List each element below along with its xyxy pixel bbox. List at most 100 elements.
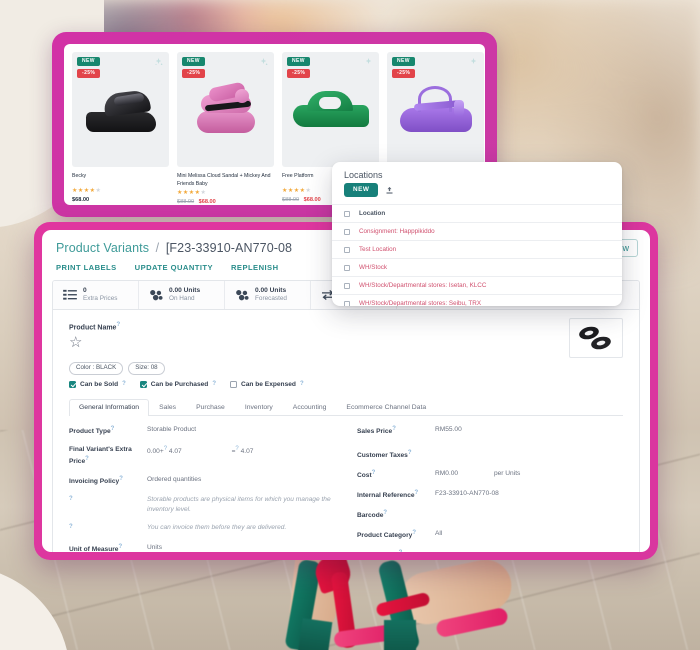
location-name[interactable]: WH/Stock [359, 264, 387, 271]
location-row[interactable]: WH/Stock/Departmental stores: Isetan, KL… [332, 276, 622, 294]
help-tooltip-icon[interactable]: ? [118, 544, 122, 550]
help-tooltip-icon[interactable]: ? [235, 446, 238, 452]
wishlist-sparkle-icon[interactable] [153, 57, 164, 68]
can-be-expensed-checkbox[interactable]: Can be Expensed? [229, 380, 304, 388]
favorite-star-icon[interactable]: ☆ [69, 335, 623, 350]
product-image-preview[interactable] [569, 318, 623, 359]
field-value[interactable]: RM55.00 [435, 425, 462, 435]
help-tooltip-icon[interactable]: ? [85, 456, 89, 462]
badge-discount: -25% [77, 69, 101, 78]
update-quantity-button[interactable]: UPDATE QUANTITY [135, 263, 213, 272]
tab-purchase[interactable]: Purchase [186, 399, 235, 416]
tab-inventory[interactable]: Inventory [235, 399, 283, 416]
location-row[interactable]: WH/Stock [332, 258, 622, 276]
wishlist-sparkle-icon[interactable] [363, 57, 374, 68]
field-value[interactable]: All [435, 529, 442, 539]
breadcrumb-root[interactable]: Product Variants [56, 241, 149, 255]
upload-icon[interactable] [385, 186, 394, 195]
help-tooltip-icon[interactable]: ? [383, 510, 387, 516]
field-label: Product Tags? [357, 549, 435, 552]
can-be-purchased-checkbox[interactable]: Can be Purchased? [139, 380, 216, 388]
product-card[interactable]: NEW -25% Mini Melissa Cloud Sandal + Mic… [177, 52, 274, 205]
field-label-text: Final Variant's Extra Price [69, 445, 132, 465]
help-tooltip-icon[interactable]: ? [300, 381, 304, 387]
product-badges: NEW -25% [182, 57, 206, 78]
help-tooltip-icon[interactable]: ? [119, 476, 123, 482]
product-name[interactable]: Mini Melissa Cloud Sandal + Mickey And F… [177, 172, 274, 188]
stat-extra-prices[interactable]: 0 Extra Prices [53, 281, 139, 310]
wishlist-sparkle-icon[interactable] [468, 57, 479, 68]
location-name[interactable]: Consignment: Happpikiddo [359, 228, 435, 235]
location-row[interactable]: Test Location [332, 240, 622, 258]
location-row[interactable]: Consignment: Happpikiddo [332, 222, 622, 240]
select-all-checkbox[interactable] [344, 210, 350, 217]
field-invoicing-policy: Invoicing Policy? Ordered quantities [69, 475, 335, 487]
row-checkbox[interactable] [344, 246, 350, 253]
field-value[interactable]: Units [147, 543, 162, 552]
field-label-text: Sales Price [357, 427, 393, 435]
print-labels-button[interactable]: PRINT LABELS [56, 263, 117, 272]
help-tooltip-icon[interactable]: ? [408, 450, 412, 456]
help-tooltip-icon[interactable]: ? [69, 496, 73, 502]
product-badges: NEW -25% [287, 57, 311, 78]
field-product-type: Product Type? Storable Product [69, 425, 335, 437]
tab-ecommerce-channel-data[interactable]: Ecommerce Channel Data [336, 399, 436, 416]
field-value[interactable]: Ordered quantities [147, 475, 201, 485]
field-value[interactable]: Storable Product [147, 425, 196, 435]
product-thumbnail[interactable]: NEW -25% [72, 52, 169, 167]
field-final-variant-extra-price: Final Variant's Extra Price? 0.00+? 4.07… [69, 445, 335, 467]
row-checkbox[interactable] [344, 282, 350, 289]
help-tooltip-icon[interactable]: ? [164, 446, 167, 452]
attribute-chip-size[interactable]: Size: 08 [128, 361, 165, 375]
help-tooltip-icon[interactable]: ? [415, 490, 419, 496]
help-tooltip-icon[interactable]: ? [392, 426, 396, 432]
locations-popup: Locations NEW Location Consignment: Happ… [332, 162, 622, 306]
location-row[interactable]: WH/Stock/Departmental stores: Seibu, TRX [332, 294, 622, 306]
checkbox-box[interactable] [139, 380, 147, 388]
field-value[interactable]: 0.00+? 4.07 =? 4.07 [147, 445, 253, 457]
replenish-button[interactable]: REPLENISH [231, 263, 279, 272]
product-badges: NEW -25% [392, 57, 416, 78]
help-tooltip-icon[interactable]: ? [111, 426, 115, 432]
help-tooltip-icon[interactable]: ? [69, 524, 73, 530]
row-checkbox[interactable] [344, 300, 350, 306]
field-label-text: Unit of Measure [69, 545, 119, 552]
location-name[interactable]: WH/Stock/Departmental stores: Seibu, TRX [359, 300, 481, 306]
help-tooltip-icon[interactable]: ? [116, 322, 120, 328]
form-sheet-wrapper: 0 Extra Prices 0.00 Units On Hand 0.00 U… [42, 280, 650, 552]
help-tooltip-icon[interactable]: ? [372, 470, 376, 476]
field-help-note: Storable products are physical items for… [147, 495, 331, 513]
product-card[interactable]: NEW -25% Becky ★★★★★ $68.00 [72, 52, 169, 203]
field-value[interactable]: RM0.00 per Units [435, 469, 520, 479]
stat-forecasted[interactable]: 0.00 Units Forecasted [225, 281, 311, 310]
field-unit-of-measure: Unit of Measure? Units [69, 543, 335, 552]
product-thumbnail[interactable]: NEW -25% [282, 52, 379, 167]
row-checkbox[interactable] [344, 264, 350, 271]
help-tooltip-icon[interactable]: ? [412, 530, 416, 536]
checkbox-box[interactable] [69, 380, 76, 388]
field-value[interactable]: F23-33910-AN770-08 [435, 489, 499, 499]
column-header-location[interactable]: Location [359, 210, 385, 217]
attribute-chip-color[interactable]: Color : BLACK [69, 361, 124, 375]
location-name[interactable]: Test Location [359, 246, 396, 253]
can-be-sold-checkbox[interactable]: Can be Sold? [69, 380, 126, 388]
stat-on-hand[interactable]: 0.00 Units On Hand [139, 281, 225, 310]
locations-new-button[interactable]: NEW [344, 183, 379, 198]
product-name[interactable]: Becky [72, 172, 169, 186]
right-field-column: Sales Price? RM55.00 Customer Taxes? Cos… [357, 425, 623, 552]
location-name[interactable]: WH/Stock/Departmental stores: Isetan, KL… [359, 282, 486, 289]
product-thumbnail[interactable]: NEW -25% [387, 52, 484, 167]
tab-accounting[interactable]: Accounting [283, 399, 337, 416]
row-checkbox[interactable] [344, 228, 350, 235]
help-tooltip-icon[interactable]: ? [122, 381, 126, 387]
wishlist-sparkle-icon[interactable] [258, 57, 269, 68]
checkbox-box[interactable] [229, 380, 237, 388]
form-field-columns: Product Type? Storable Product Final Var… [69, 416, 623, 552]
help-tooltip-icon[interactable]: ? [399, 550, 403, 552]
tab-general-information[interactable]: General Information [69, 398, 150, 416]
product-price-sale: $68.00 [303, 197, 321, 203]
tab-sales[interactable]: Sales [149, 399, 186, 416]
product-thumbnail[interactable]: NEW -25% [177, 52, 274, 167]
badge-new: NEW [287, 57, 311, 66]
help-tooltip-icon[interactable]: ? [212, 381, 216, 387]
